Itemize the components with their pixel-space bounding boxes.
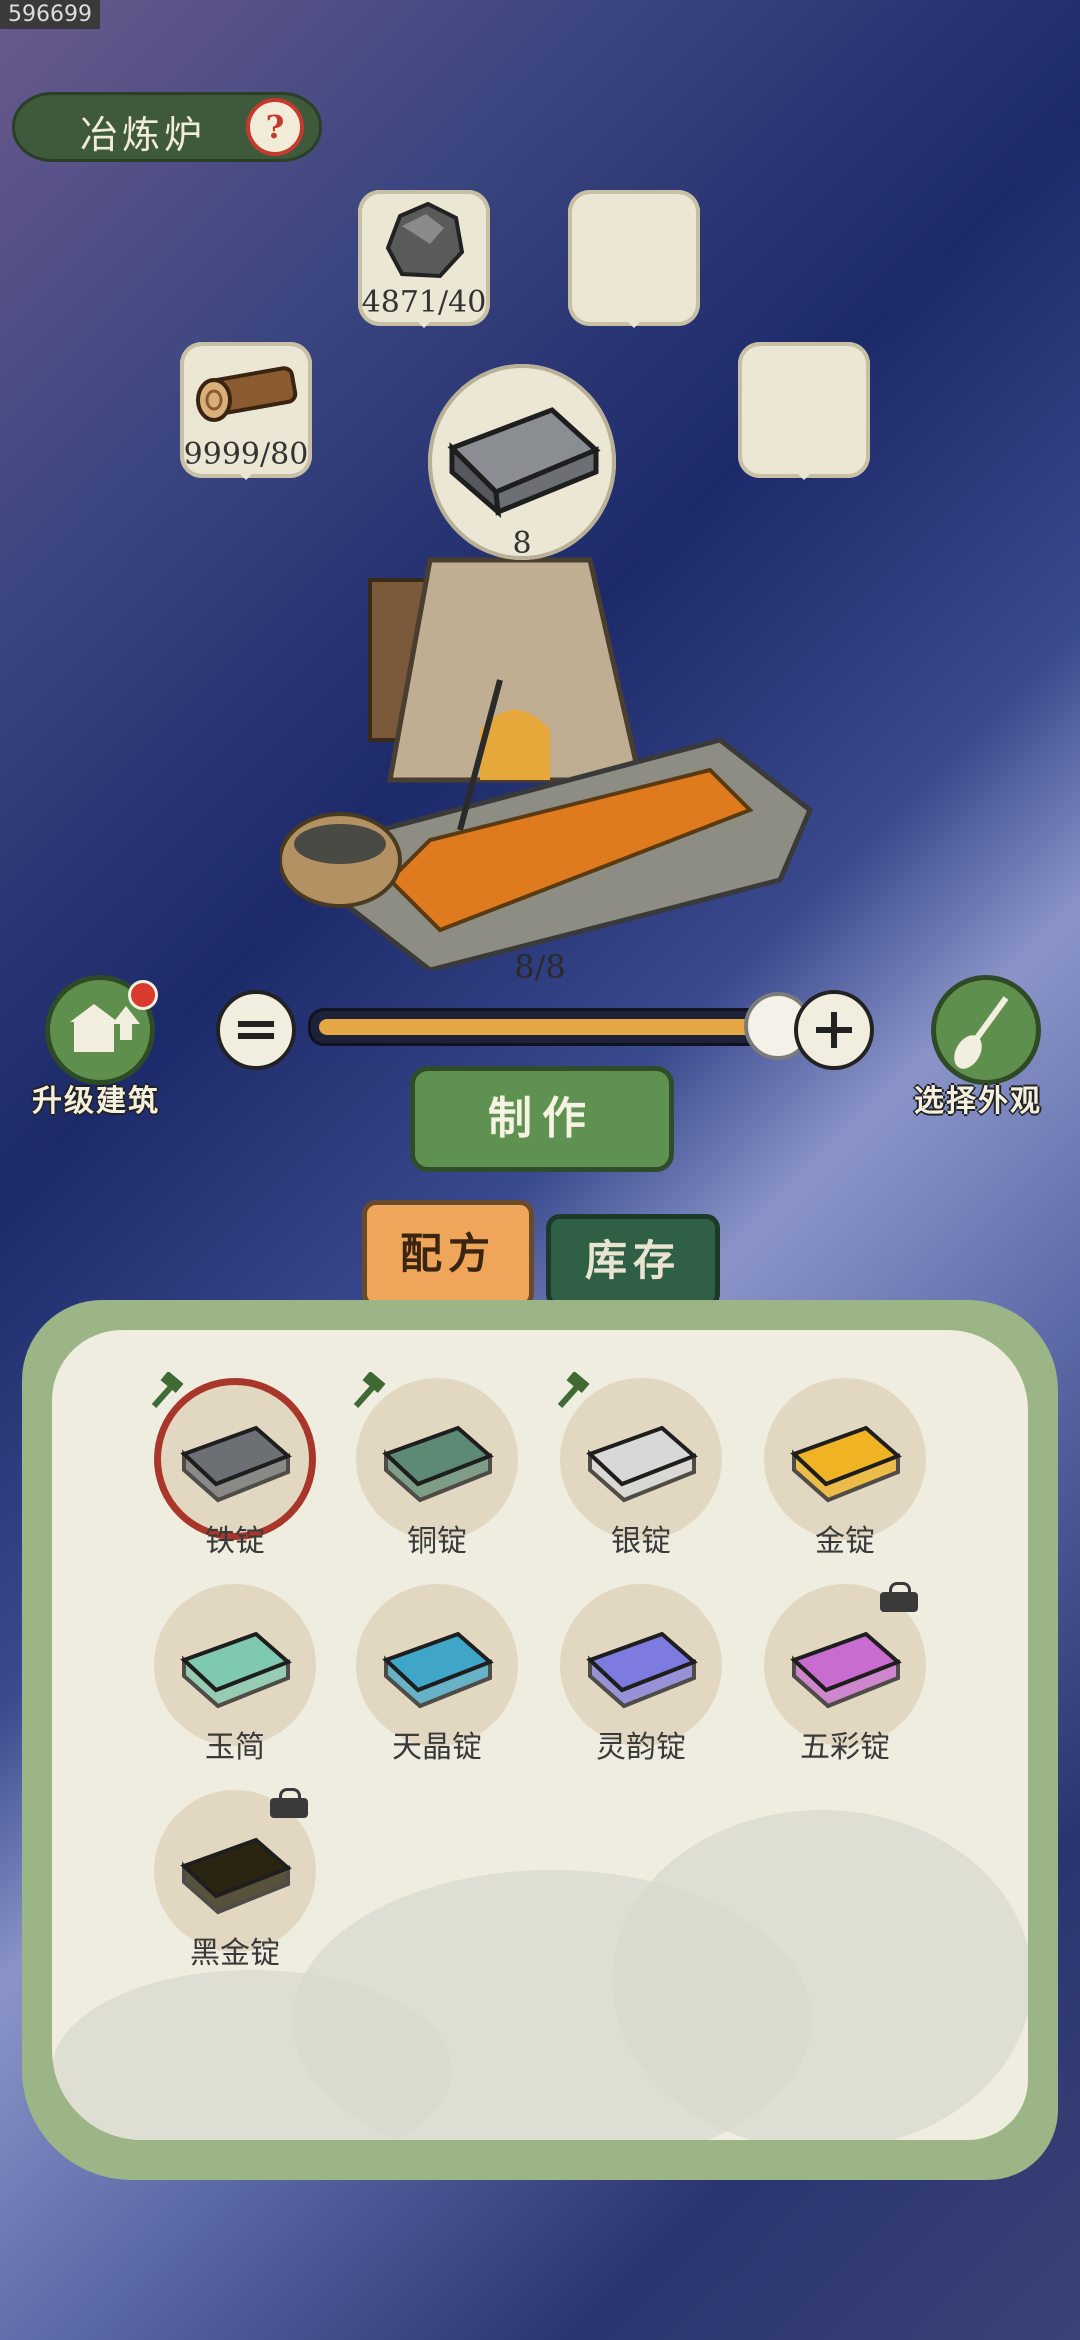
select-appearance-label: 选择外观 bbox=[914, 1084, 1042, 1119]
notification-dot bbox=[128, 980, 158, 1010]
recipe-item[interactable]: 金锭 bbox=[760, 1378, 930, 1578]
make-button[interactable]: 制作 bbox=[410, 1066, 674, 1172]
ingot-icon bbox=[180, 1837, 292, 1915]
ingot-icon bbox=[180, 1425, 292, 1503]
hammer-icon bbox=[353, 1372, 386, 1408]
recipe-name: 铁锭 bbox=[205, 1524, 265, 1559]
plus-icon bbox=[816, 1012, 852, 1048]
hammer-icon bbox=[151, 1372, 184, 1408]
ingot-icon bbox=[382, 1425, 494, 1503]
recipe-item[interactable]: 铜锭 bbox=[352, 1372, 522, 1578]
ore-icon bbox=[385, 201, 465, 279]
recipe-name: 金锭 bbox=[815, 1524, 875, 1559]
recipe-item[interactable]: 黑金锭 bbox=[150, 1788, 320, 1990]
debug-id: 596699 bbox=[0, 0, 100, 29]
recipe-item[interactable]: 灵韵锭 bbox=[556, 1584, 726, 1784]
ingot-icon bbox=[790, 1631, 902, 1709]
ingot-icon bbox=[790, 1425, 902, 1503]
recipe-item[interactable]: 铁锭 bbox=[150, 1372, 320, 1578]
select-appearance-button[interactable] bbox=[936, 980, 1036, 1080]
material-slot-empty-1[interactable] bbox=[568, 190, 700, 328]
recipe-item[interactable]: 银锭 bbox=[556, 1372, 726, 1578]
batch-count: 8/8 bbox=[514, 948, 566, 986]
increase-button[interactable] bbox=[794, 990, 874, 1070]
recipe-item[interactable]: 五彩锭 bbox=[760, 1582, 930, 1784]
tab-inventory[interactable]: 库存 bbox=[546, 1214, 720, 1308]
recipe-name: 灵韵锭 bbox=[596, 1730, 686, 1765]
slider-fill bbox=[319, 1019, 773, 1035]
ingot-icon bbox=[586, 1425, 698, 1503]
recipe-name: 黑金锭 bbox=[190, 1936, 280, 1971]
page-title: 冶炼炉 bbox=[80, 113, 207, 157]
output-count: 8 bbox=[512, 526, 532, 561]
material-slot-ore[interactable]: 4871/40 bbox=[358, 190, 490, 328]
hammer-icon bbox=[557, 1372, 590, 1408]
brush-icon bbox=[954, 996, 1009, 1069]
recipe-item[interactable]: 玉简 bbox=[150, 1584, 320, 1784]
decrease-button[interactable] bbox=[216, 990, 296, 1070]
ingot-icon bbox=[382, 1631, 494, 1709]
lock-icon bbox=[880, 1582, 918, 1612]
minus-icon bbox=[238, 1021, 274, 1039]
ore-count: 4871/40 bbox=[361, 285, 487, 320]
recipe-name: 玉简 bbox=[205, 1730, 265, 1765]
recipe-name: 天晶锭 bbox=[392, 1730, 482, 1765]
iron-ingot-icon bbox=[447, 407, 601, 519]
recipe-name: 五彩锭 bbox=[800, 1730, 890, 1765]
ingot-icon bbox=[180, 1631, 292, 1709]
question-icon[interactable]: ? bbox=[246, 98, 304, 156]
tab-recipes[interactable]: 配方 bbox=[362, 1200, 534, 1308]
recipe-item[interactable]: 天晶锭 bbox=[352, 1584, 522, 1784]
lock-icon bbox=[270, 1788, 308, 1818]
ingot-icon bbox=[586, 1631, 698, 1709]
recipe-name: 银锭 bbox=[611, 1524, 671, 1559]
recipe-name: 铜锭 bbox=[407, 1524, 467, 1559]
quantity-slider[interactable] bbox=[308, 1008, 784, 1046]
upgrade-building-label: 升级建筑 bbox=[32, 1084, 160, 1119]
